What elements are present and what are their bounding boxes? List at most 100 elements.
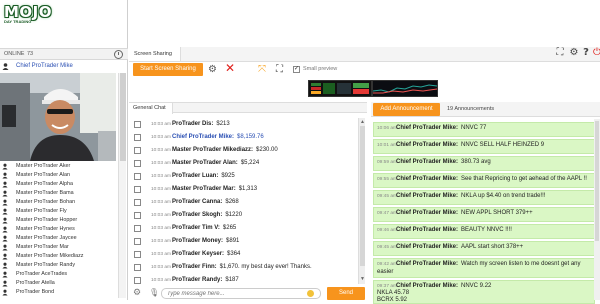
message-checkbox[interactable] bbox=[134, 277, 141, 284]
announcement-item: 09:45 am Chief ProTrader Mike: NKLA up $4… bbox=[373, 190, 595, 205]
user-name: ProTrader Bond bbox=[16, 289, 55, 295]
chat-scrollbar-thumb[interactable] bbox=[360, 126, 365, 266]
gear-icon[interactable]: ⚙ bbox=[568, 47, 580, 59]
user-list-item[interactable]: Master ProTrader Mikediazz bbox=[0, 252, 117, 261]
close-icon[interactable]: ✕ bbox=[225, 62, 235, 75]
person-icon bbox=[2, 289, 8, 296]
message-text: $1,313 bbox=[238, 186, 258, 192]
chat-scrollbar[interactable]: ▲ ▼ bbox=[358, 118, 365, 284]
users-scrollbar-thumb[interactable] bbox=[120, 73, 126, 161]
clock-icon[interactable] bbox=[114, 50, 123, 59]
user-name: Master ProTrader Alan bbox=[16, 172, 71, 178]
small-preview-toggle[interactable]: Small preview bbox=[293, 65, 363, 75]
announcement-item: 09:55 am Chief ProTrader Mike: See that R… bbox=[373, 173, 595, 188]
person-icon bbox=[2, 271, 8, 278]
user-list-item[interactable]: Master ProTrader Bama bbox=[0, 189, 117, 198]
message-checkbox[interactable] bbox=[134, 147, 141, 154]
message-line: Master ProTrader Mikediazz: $230.00 bbox=[172, 147, 278, 153]
user-list-item[interactable]: Master ProTrader Alpha bbox=[0, 180, 117, 189]
user-list-item[interactable]: Master ProTrader Hopper bbox=[0, 216, 117, 225]
message-checkbox[interactable] bbox=[134, 121, 141, 128]
mic-icon[interactable]: 🎙 bbox=[149, 288, 159, 298]
announcement-item: 10:06 am Chief ProTrader Mike: NNVC 77 bbox=[373, 122, 595, 137]
message-line: ProTrader Dis: $213 bbox=[172, 121, 230, 127]
start-screen-sharing-button[interactable]: Start Screen Sharing bbox=[133, 63, 203, 76]
user-list-item[interactable]: Master ProTrader Jaycee bbox=[0, 234, 117, 243]
announcement-text-extra: easier bbox=[377, 269, 394, 275]
announcement-line: Chief ProTrader Mike: NKLA up $4.40 on tr… bbox=[396, 193, 545, 199]
user-list-item[interactable]: ProTrader Atella bbox=[0, 279, 117, 288]
announcements-scrollbar-thumb[interactable] bbox=[595, 121, 599, 241]
featured-user-row[interactable]: Chief ProTrader Mike bbox=[0, 62, 128, 72]
announcement-line: Chief ProTrader Mike: NEW APPL SHORT 379+… bbox=[396, 210, 533, 216]
emoji-icon[interactable] bbox=[307, 290, 314, 297]
message-author: Master ProTrader Mikediazz: bbox=[172, 147, 254, 153]
message-checkbox[interactable] bbox=[134, 199, 141, 206]
announcement-time: 09:45 am bbox=[377, 245, 398, 250]
user-list-item[interactable]: ProTrader AceTrades bbox=[0, 270, 117, 279]
message-checkbox[interactable] bbox=[134, 160, 141, 167]
online-label: ONLINE bbox=[4, 51, 25, 57]
user-list-item[interactable]: Master ProTrader Randy bbox=[0, 261, 117, 270]
message-checkbox[interactable] bbox=[134, 134, 141, 141]
message-text: $265 bbox=[222, 225, 237, 231]
chat-messages: 10:03 am ProTrader Dis: $213 10:03 am Chi… bbox=[129, 118, 365, 284]
gear-icon[interactable]: ⚙ bbox=[208, 64, 217, 75]
user-list-item[interactable]: ProTrader Bond bbox=[0, 288, 117, 297]
message-time: 10:03 am bbox=[151, 174, 172, 179]
message-author: ProTrader Luan: bbox=[172, 173, 219, 179]
chat-message: 10:03 am ProTrader Keyser: $364 bbox=[129, 248, 365, 261]
message-checkbox[interactable] bbox=[134, 212, 141, 219]
user-list-item[interactable]: Master ProTrader Fly bbox=[0, 207, 117, 216]
webcam-video[interactable] bbox=[0, 73, 116, 161]
message-checkbox[interactable] bbox=[134, 186, 141, 193]
fullscreen-icon[interactable]: ⛶ bbox=[554, 47, 566, 59]
user-list-item[interactable]: Master ProTrader Hynes bbox=[0, 225, 117, 234]
chat-message: 10:03 am Master ProTrader Mar: $1,313 bbox=[129, 183, 365, 196]
announcement-line: Chief ProTrader Mike: AAPL start short 37… bbox=[396, 244, 523, 250]
message-checkbox[interactable] bbox=[134, 251, 141, 258]
scroll-up-icon[interactable]: ▲ bbox=[360, 119, 365, 125]
screen-preview-thumbnail[interactable] bbox=[308, 80, 372, 97]
message-time: 10:03 am bbox=[151, 148, 172, 153]
user-list-item[interactable]: Master ProTrader Alan bbox=[0, 171, 117, 180]
message-checkbox[interactable] bbox=[134, 238, 141, 245]
expand-icon[interactable]: ⤧ bbox=[258, 64, 266, 75]
message-line: ProTrader Skogh: $1220 bbox=[172, 212, 242, 218]
chat-message: 10:03 am ProTrader Luan: $925 bbox=[129, 170, 365, 183]
announcement-item: 09:46 am Chief ProTrader Mike: BEAUTY NNV… bbox=[373, 224, 595, 239]
announcement-time: 09:55 am bbox=[377, 177, 398, 182]
scroll-down-icon[interactable]: ▼ bbox=[360, 276, 365, 282]
announcement-item: 09:37 am Chief ProTrader Mike: NNVC 9.22 … bbox=[373, 280, 595, 304]
message-checkbox[interactable] bbox=[134, 173, 141, 180]
chat-message-input[interactable] bbox=[161, 288, 321, 299]
tab-screen-sharing[interactable]: Screen Sharing bbox=[129, 47, 181, 61]
announcements-header: Add Announcement 19 Announcements bbox=[371, 102, 600, 117]
user-name: Master ProTrader Mikediazz bbox=[16, 253, 84, 259]
message-text: $1220 bbox=[225, 212, 243, 218]
user-list-item[interactable]: Master ProTrader Aker bbox=[0, 162, 117, 171]
tab-general-chat[interactable]: General Chat bbox=[129, 103, 173, 114]
message-checkbox[interactable] bbox=[134, 264, 141, 271]
message-text: $891 bbox=[226, 238, 240, 244]
fullscreen-icon[interactable]: ⛶ bbox=[276, 64, 283, 75]
add-announcement-button[interactable]: Add Announcement bbox=[373, 103, 440, 116]
announcement-text: NNVC SELL HALF HEINZED 9 bbox=[461, 142, 545, 148]
send-button[interactable]: Send bbox=[327, 287, 365, 300]
announcement-item: 10:01 am Chief ProTrader Mike: NNVC SELL … bbox=[373, 139, 595, 154]
user-list-item[interactable]: Master ProTrader Bohan bbox=[0, 198, 117, 207]
message-text: $1,670. my best day ever! Thanks. bbox=[219, 264, 312, 270]
message-line: ProTrader Money: $891 bbox=[172, 238, 239, 244]
user-list-item[interactable]: Master ProTrader Mar bbox=[0, 243, 117, 252]
users-sidebar: MOJO DAY TRADING ONLINE 73 Chief ProTrad… bbox=[0, 0, 128, 300]
power-icon[interactable]: ⏻ bbox=[591, 47, 600, 59]
small-preview-checkbox[interactable] bbox=[293, 65, 300, 73]
chat-message: 10:03 am Master ProTrader Alan: $5,224 bbox=[129, 157, 365, 170]
screen-preview-thumbnail[interactable] bbox=[372, 80, 438, 97]
tab-general-chat-label: General Chat bbox=[133, 105, 166, 111]
users-scrollbar[interactable] bbox=[118, 73, 126, 298]
gear-icon[interactable]: ⚙ bbox=[133, 288, 141, 298]
announcements-scrollbar[interactable] bbox=[594, 119, 600, 300]
message-checkbox[interactable] bbox=[134, 225, 141, 232]
message-text: $187 bbox=[225, 277, 239, 283]
